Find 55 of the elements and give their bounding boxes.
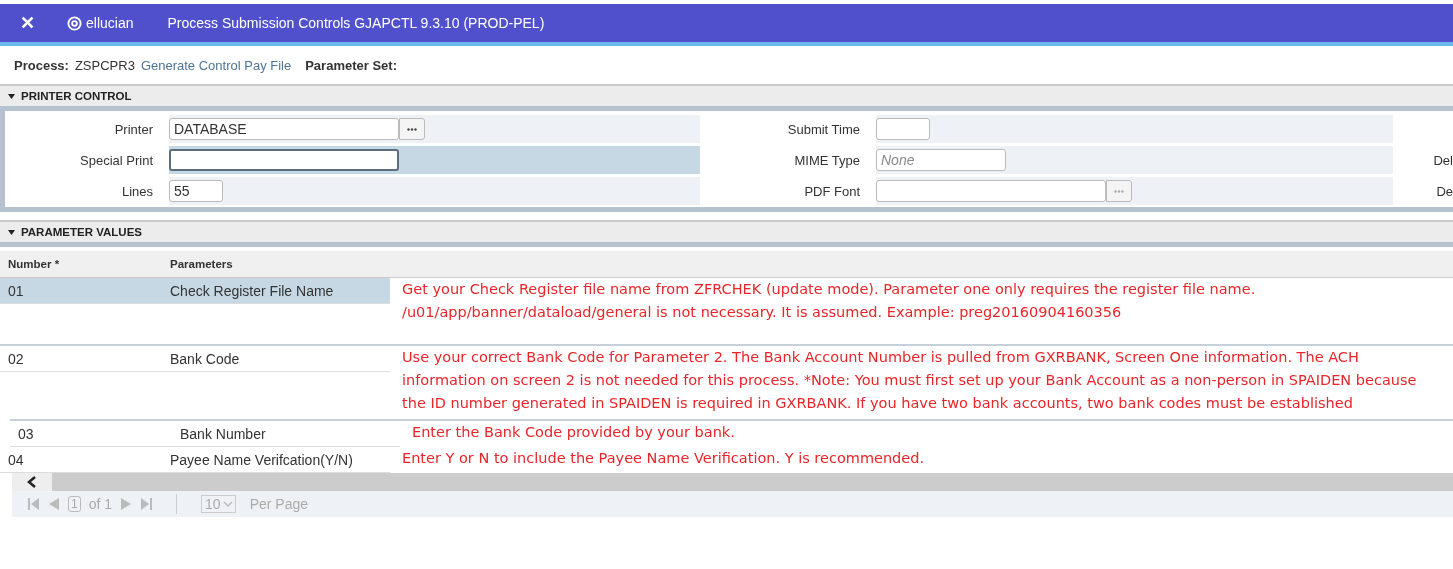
field-label: Del [1433,152,1453,168]
number-cell-text: 02 [7,350,25,367]
column-header: Parameters [169,258,234,270]
next-page-icon[interactable] [120,497,133,511]
brand-name: ellucian [86,15,134,31]
input-field[interactable]: DATABASE [169,118,399,140]
parameter-cell-text: Payee Name Verifcation(Y/N) [169,451,354,468]
parameter-cell-text: Check Register File Name [169,282,335,299]
input-field[interactable] [169,149,399,171]
last-page-icon[interactable] [140,497,153,511]
parameter-cell-text: Bank Number [179,425,267,442]
process-label: Process: [14,57,69,73]
field-label: Submit Time [700,115,876,143]
horizontal-scrollbar[interactable] [12,473,1453,491]
column-header: Number * [7,258,61,270]
number-cell-text: 03 [17,425,35,442]
more-icon [1114,189,1124,193]
field-label: Printer [5,115,169,143]
table-row[interactable]: 03 Bank Number [10,421,400,447]
field-label: Lines [5,177,169,205]
scroll-left-icon[interactable] [12,473,52,491]
field-label: MIME Type [700,146,876,174]
field-label: Special Print [5,146,169,174]
input-field[interactable]: 55 [169,180,223,202]
close-button[interactable]: ✕ [0,12,53,34]
section-title: PRINTER CONTROL [21,90,132,102]
section-header[interactable]: PARAMETER VALUES [0,220,1453,242]
input-field[interactable] [876,118,930,140]
table-row[interactable]: 02 Bank Code [0,346,390,372]
window-title: Process Submission Controls GJAPCTL 9.3.10 (PROD-PEL) [167,15,545,31]
lookup-button[interactable] [399,118,425,140]
parameter-set-label: Parameter Set: [305,57,397,73]
parameter-cell-text: Bank Code [169,350,241,367]
table-row[interactable]: 01 Check Register File Name [0,278,390,304]
per-page-label: Per Page [249,496,308,512]
field-label: De [1436,183,1453,199]
number-cell-text: 01 [7,282,25,299]
input-field[interactable] [876,180,1106,202]
process-code: ZSPCPR3 [74,57,135,73]
previous-page-icon[interactable] [48,497,60,511]
lookup-button[interactable] [1106,180,1132,202]
number-cell-text: 04 [7,451,25,468]
input-field[interactable]: None [876,149,1006,171]
section-header[interactable]: PRINTER CONTROL [0,84,1453,106]
more-icon [407,127,417,131]
section-title: PARAMETER VALUES [21,226,142,238]
annotation-note: Get your Check Register file name from ZFRCHEK (update mode). Parameter one only requires the register file name. /u01/app/banner/dataload/general is not necessary. It is assumed. Example: preg20160904160356 [401,280,1257,322]
annotation-note: Enter the Bank Code provided by your bank. [411,423,736,442]
logo-icon [67,15,82,31]
annotation-note: Enter Y or N to include the Payee Name Verification. Y is recommended. [401,449,926,468]
annotation-note: Use your correct Bank Code for Parameter 2. The Bank Account Number is pulled from GXRBANK, Screen One information. The ACH information on screen 2 is not needed for this process. *Note: You must first set up your Bank Account as a non-person in SPAIDEN because the ID number generated in SPAIDEN is required in GXRBANK. If you have two bank accounts, two bank codes must be established [401,348,1418,413]
page-count: of 1 [88,496,113,512]
first-page-icon[interactable] [28,497,40,511]
field-label: PDF Font [700,177,876,205]
process-name: Generate Control Pay File [140,57,292,73]
